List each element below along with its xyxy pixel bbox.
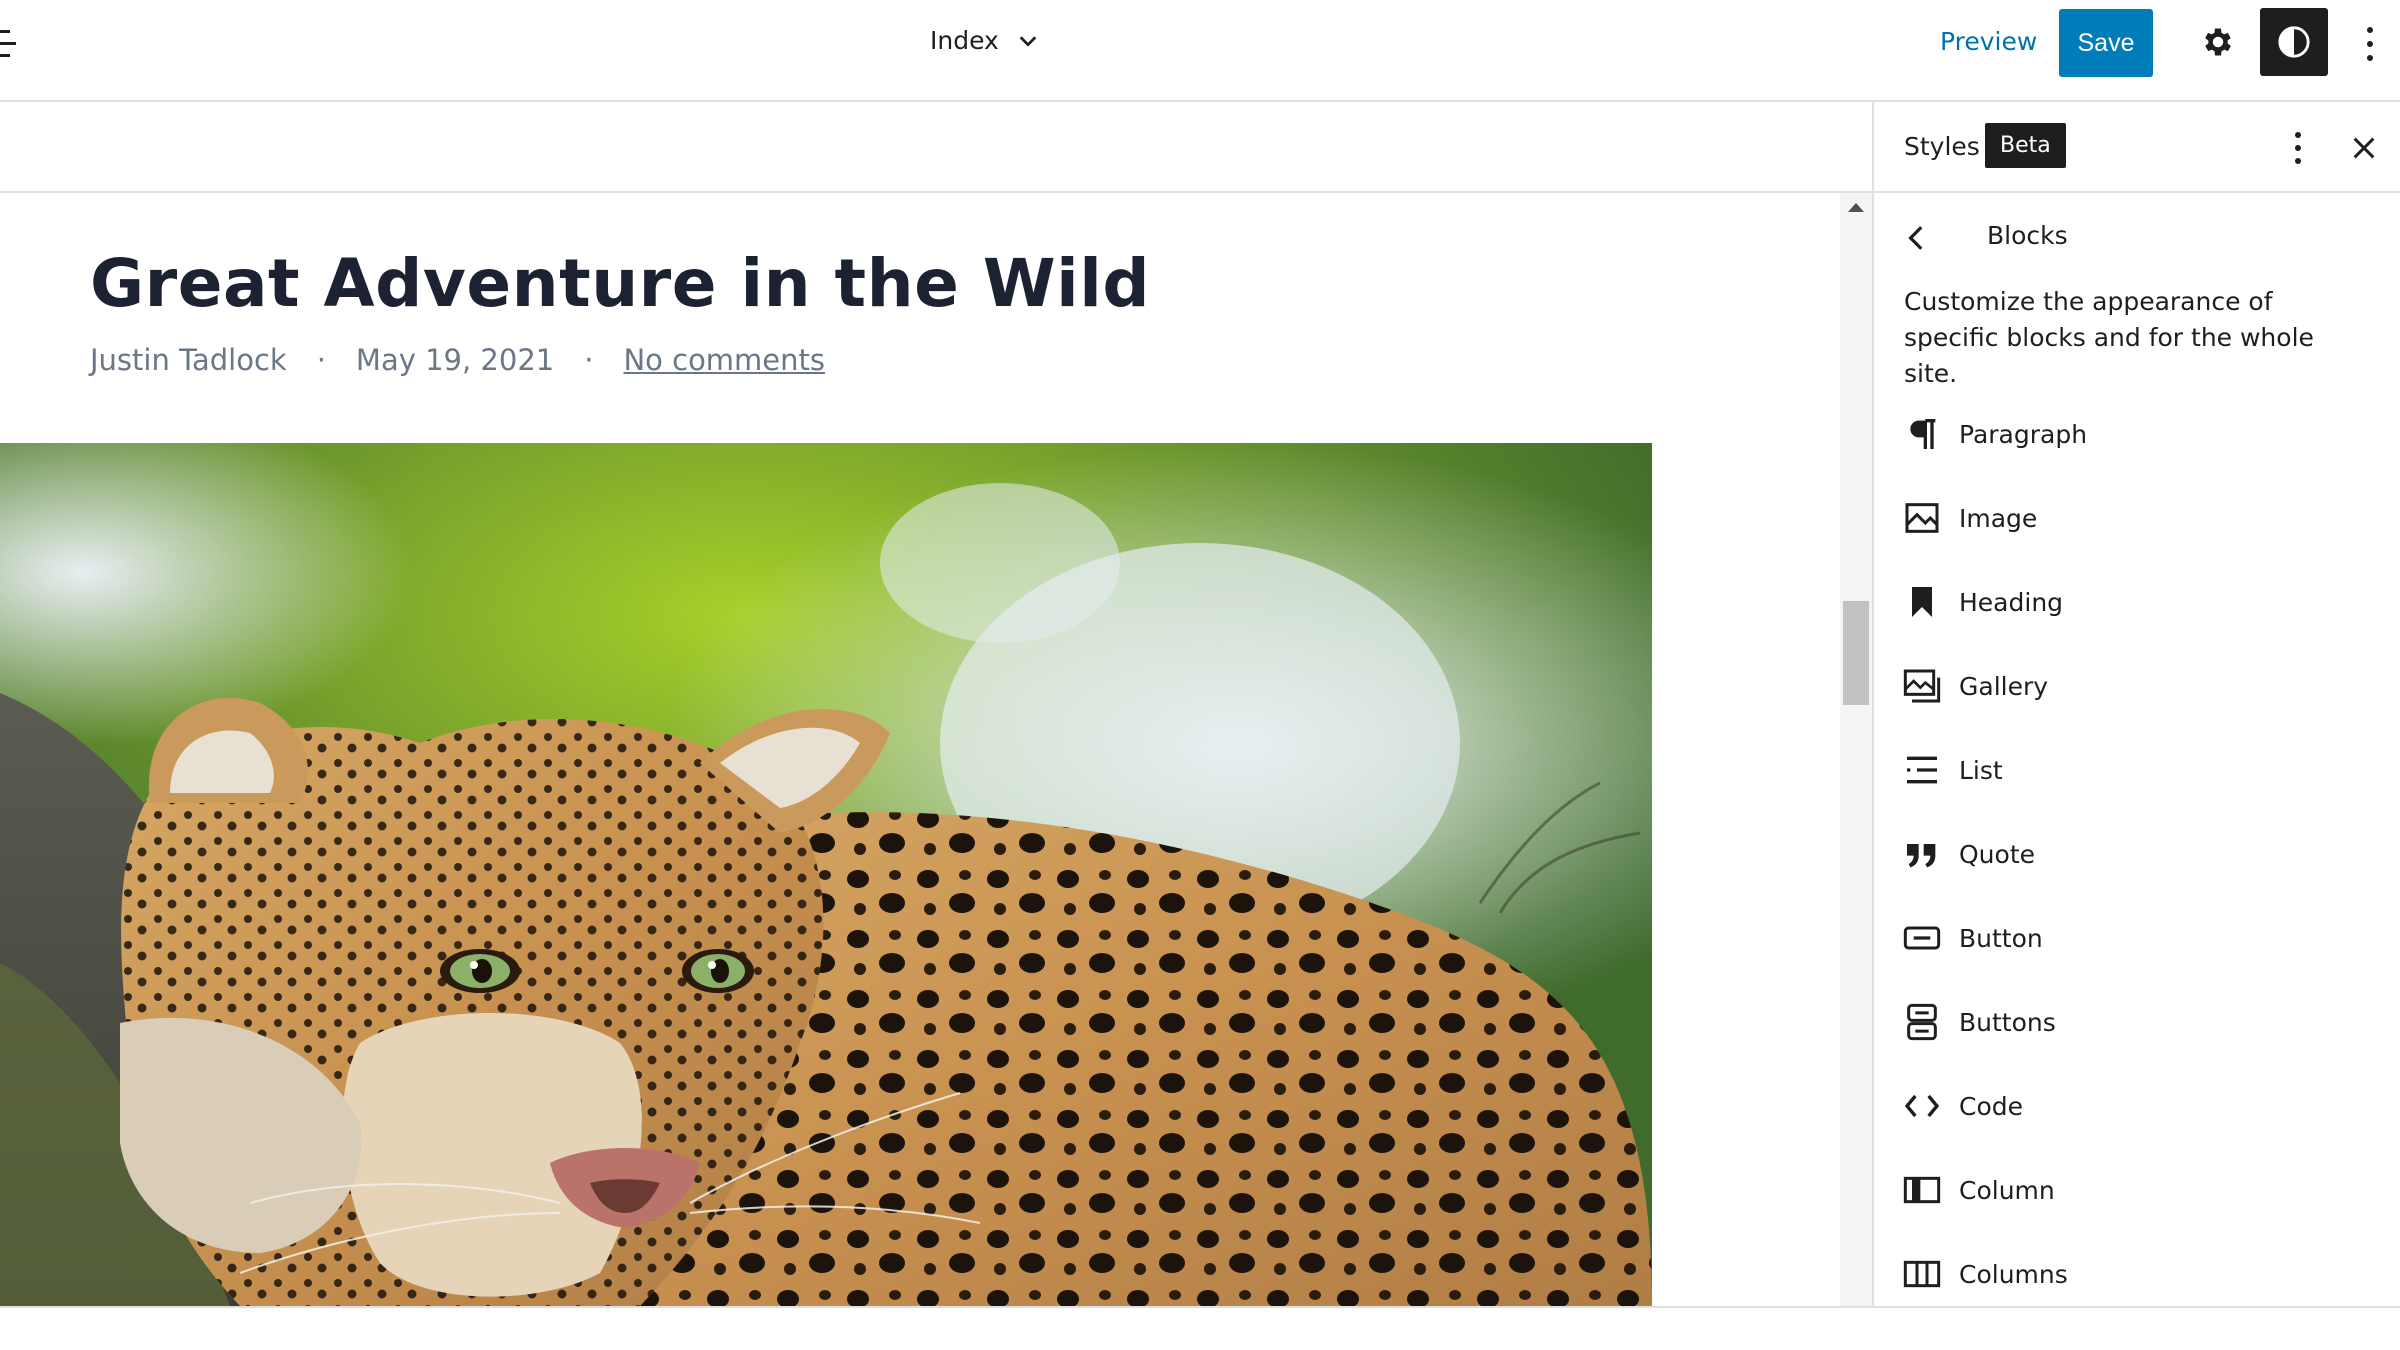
block-item-columns[interactable]: Columns	[1874, 1232, 2400, 1316]
bottom-edge	[0, 1306, 2400, 1350]
paragraph-icon	[1910, 419, 1936, 449]
contrast-icon	[2278, 26, 2310, 58]
sidebar-title: Styles	[1904, 132, 1980, 161]
styles-toggle-button[interactable]	[2260, 8, 2328, 76]
block-label: Gallery	[1959, 671, 2049, 701]
panel-description: Customize the appearance of specific blo…	[1904, 287, 2314, 388]
featured-image[interactable]	[0, 443, 1652, 1306]
editor-canvas[interactable]: Great Adventure in the Wild Justin Tadlo…	[0, 193, 1840, 1306]
block-item-column[interactable]: Column	[1874, 1148, 2400, 1232]
block-label: Quote	[1959, 839, 2036, 869]
styles-sidebar: Styles Beta Blocks Customize the appeara…	[1872, 102, 2400, 1306]
block-label: Columns	[1959, 1259, 2068, 1289]
meta-separator: ·	[584, 343, 594, 377]
button-icon	[1903, 926, 1941, 950]
save-button[interactable]: Save	[2059, 9, 2153, 77]
quote-icon	[1907, 844, 1936, 868]
beta-badge: Beta	[1985, 123, 2066, 168]
preview-button[interactable]: Preview	[1940, 27, 2037, 56]
post-meta: Justin Tadlock · May 19, 2021 · No comme…	[90, 343, 825, 377]
block-item-image[interactable]: Image	[1874, 476, 2400, 560]
code-icon	[1904, 1094, 1940, 1118]
document-title-dropdown[interactable]: Index	[930, 26, 1039, 55]
leopard-photo	[0, 443, 1652, 1306]
top-toolbar: Index Preview Save	[0, 0, 2400, 102]
block-item-list[interactable]: List	[1874, 728, 2400, 812]
columns-icon	[1903, 1260, 1941, 1288]
block-label: Buttons	[1959, 1007, 2056, 1037]
post-author[interactable]: Justin Tadlock	[90, 343, 287, 377]
scroll-up-arrow-icon[interactable]	[1848, 203, 1864, 212]
block-label: Image	[1959, 503, 2038, 533]
sidebar-header: Styles Beta	[1874, 102, 2400, 193]
block-label: Column	[1959, 1175, 2055, 1205]
block-label: Code	[1959, 1091, 2024, 1121]
heading-icon	[1912, 587, 1932, 617]
block-item-code[interactable]: Code	[1874, 1064, 2400, 1148]
panel-title: Blocks	[1987, 221, 2068, 250]
sidebar-navigation: Blocks	[1874, 213, 2400, 273]
buttons-icon	[1907, 1003, 1937, 1041]
block-label: Heading	[1959, 587, 2064, 617]
sidebar-more-options-icon[interactable]	[2288, 130, 2308, 166]
block-item-quote[interactable]: Quote	[1874, 812, 2400, 896]
column-icon	[1903, 1176, 1941, 1204]
meta-separator: ·	[316, 343, 326, 377]
document-title: Index	[930, 26, 999, 55]
list-icon	[1907, 756, 1937, 784]
block-label: List	[1959, 755, 2003, 785]
block-item-paragraph[interactable]: Paragraph	[1874, 392, 2400, 476]
gallery-icon	[1903, 669, 1941, 703]
close-icon[interactable]	[2350, 134, 2378, 162]
block-item-buttons[interactable]: Buttons	[1874, 980, 2400, 1064]
editor-block-toolbar-area	[0, 102, 1872, 193]
more-options-icon[interactable]	[2360, 24, 2380, 64]
canvas-scrollbar[interactable]	[1840, 193, 1872, 1306]
block-item-gallery[interactable]: Gallery	[1874, 644, 2400, 728]
post-title[interactable]: Great Adventure in the Wild	[90, 245, 1150, 322]
scrollbar-thumb[interactable]	[1843, 601, 1869, 705]
block-item-button[interactable]: Button	[1874, 896, 2400, 980]
block-label: Button	[1959, 923, 2043, 953]
post-date[interactable]: May 19, 2021	[356, 343, 554, 377]
gear-icon[interactable]	[2200, 24, 2236, 60]
block-item-heading[interactable]: Heading	[1874, 560, 2400, 644]
chevron-down-icon	[1019, 35, 1037, 47]
back-chevron-icon[interactable]	[1904, 223, 1930, 253]
block-label: Paragraph	[1959, 419, 2088, 449]
list-view-icon[interactable]	[0, 30, 16, 60]
image-icon	[1905, 503, 1939, 533]
post-comments-link[interactable]: No comments	[623, 343, 825, 377]
